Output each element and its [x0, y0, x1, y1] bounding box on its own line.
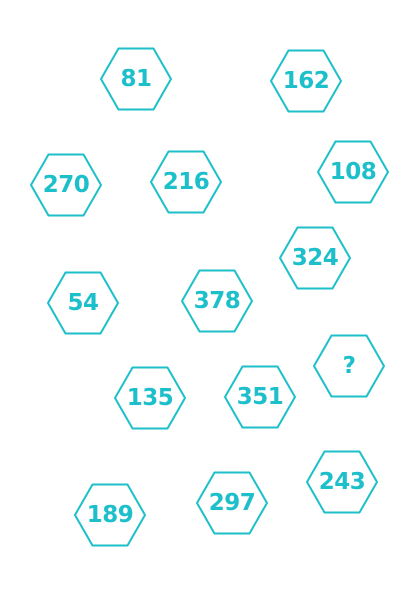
hexagon-243: 243 [306, 450, 378, 514]
hexagon-number: 297 [208, 490, 256, 516]
hexagon-number: 81 [120, 66, 152, 92]
hexagon-number: 135 [126, 385, 174, 411]
hexagon-324: 324 [279, 226, 351, 290]
hexagon-number: 189 [86, 502, 134, 528]
hexagon-297: 297 [196, 471, 268, 535]
hexagon-number: 243 [318, 469, 366, 495]
hexagon-189: 189 [74, 483, 146, 547]
hexagon-number: 216 [162, 169, 210, 195]
hexagon-number: 108 [329, 159, 377, 185]
hexagon-54: 54 [47, 271, 119, 335]
hexagon-351: 351 [224, 365, 296, 429]
hexagon-number: 270 [42, 172, 90, 198]
hexagon-number: 324 [291, 245, 339, 271]
hexagon-270: 270 [30, 153, 102, 217]
hexagon-108: 108 [317, 140, 389, 204]
hexagon-number: 162 [282, 68, 330, 94]
hexagon-number: 378 [193, 288, 241, 314]
hexagon-number: ? [342, 353, 356, 379]
hexagon-number: 54 [67, 290, 99, 316]
hexagon-number: 351 [236, 384, 284, 410]
hexagon-378: 378 [181, 269, 253, 333]
hexagon-81: 81 [100, 47, 172, 111]
hexagon-question-mark: ? [313, 334, 385, 398]
hexagon-135: 135 [114, 366, 186, 430]
hexagon-162: 162 [270, 49, 342, 113]
hexagon-216: 216 [150, 150, 222, 214]
number-puzzle: 81 162 270 216 108 324 54 378 ? 135 351 [0, 0, 420, 594]
